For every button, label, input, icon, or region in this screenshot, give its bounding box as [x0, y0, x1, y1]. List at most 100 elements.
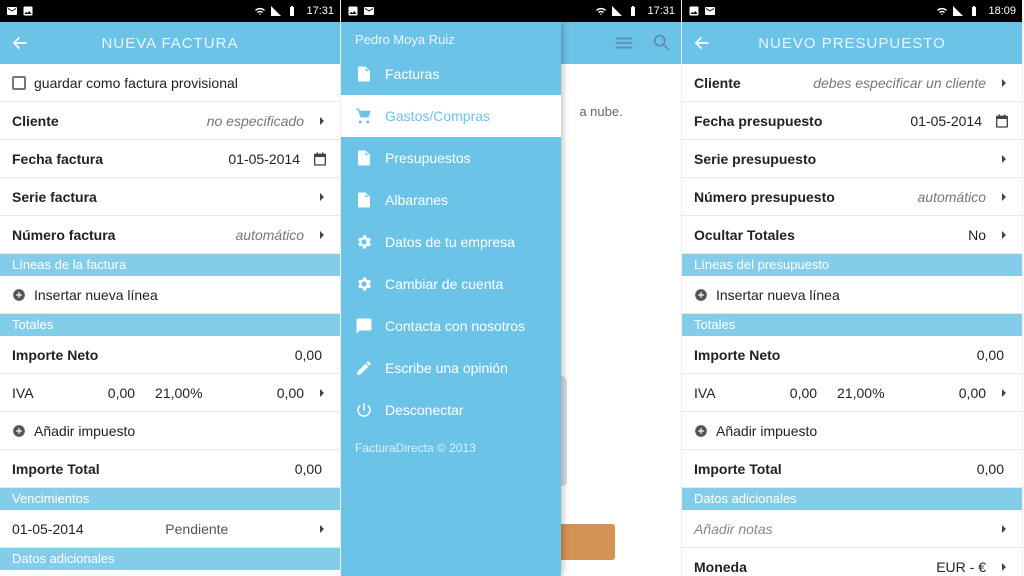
- fecha-factura-row[interactable]: Fecha factura 01-05-2014: [0, 140, 340, 178]
- iva-label: IVA: [694, 385, 716, 401]
- total-value: 0,00: [295, 461, 322, 477]
- drawer-item-presupuestos[interactable]: Presupuestos: [341, 137, 561, 179]
- serie-presupuesto-row[interactable]: Serie presupuesto: [682, 140, 1022, 178]
- chevron-right-icon: [998, 387, 1010, 399]
- plus-icon: [694, 288, 708, 302]
- iva-value: 0,00: [959, 385, 986, 401]
- back-button[interactable]: [692, 33, 712, 53]
- moneda-row[interactable]: Moneda EUR - €: [682, 548, 1022, 576]
- add-notes-row[interactable]: Añadir notas: [682, 510, 1022, 548]
- serie-factura-row[interactable]: Serie factura: [0, 178, 340, 216]
- cliente-row[interactable]: Cliente debes especificar un cliente: [682, 64, 1022, 102]
- battery-icon: [627, 5, 639, 17]
- numero-value: automático: [236, 227, 304, 243]
- drawer-item-escribe-una-opini-n[interactable]: Escribe una opinión: [341, 347, 561, 389]
- iva-base: 0,00: [790, 385, 817, 401]
- importe-total-row: Importe Total 0,00: [0, 450, 340, 488]
- neto-value: 0,00: [295, 347, 322, 363]
- notification-icon: [6, 5, 18, 17]
- drawer-item-label: Presupuestos: [385, 150, 471, 166]
- section-totales: Totales: [682, 314, 1022, 336]
- serie-label: Serie factura: [12, 189, 310, 205]
- chevron-right-icon: [998, 77, 1010, 89]
- add-tax-label: Añadir impuesto: [34, 423, 328, 439]
- numero-presupuesto-row[interactable]: Número presupuesto automático: [682, 178, 1022, 216]
- due-date: 01-05-2014: [12, 521, 84, 537]
- notification-icon: [363, 5, 375, 17]
- add-tax-row[interactable]: Añadir impuesto: [682, 412, 1022, 450]
- wifi-icon: [595, 5, 607, 17]
- image-icon: [347, 5, 359, 17]
- fecha-label: Fecha factura: [12, 151, 228, 167]
- section-totales: Totales: [0, 314, 340, 336]
- drawer-item-albaranes[interactable]: Albaranes: [341, 179, 561, 221]
- moneda-label: Moneda: [694, 559, 936, 575]
- insert-line-label: Insertar nueva línea: [716, 287, 1010, 303]
- ocultar-totales-row[interactable]: Ocultar Totales No: [682, 216, 1022, 254]
- numero-value: automático: [918, 189, 986, 205]
- insert-line-row[interactable]: Insertar nueva línea: [682, 276, 1022, 314]
- clock: 18:09: [988, 5, 1016, 17]
- drawer-item-gastos-compras[interactable]: Gastos/Compras: [341, 95, 561, 137]
- total-label: Importe Total: [694, 461, 977, 477]
- cliente-row[interactable]: Cliente no especificado: [0, 102, 340, 140]
- add-notes-row[interactable]: Añadir notas: [0, 570, 340, 576]
- iva-pct: 21,00%: [155, 385, 202, 401]
- fecha-value: 01-05-2014: [910, 113, 982, 129]
- ocultar-value: No: [968, 227, 986, 243]
- neto-label: Importe Neto: [12, 347, 295, 363]
- insert-line-label: Insertar nueva línea: [34, 287, 328, 303]
- checkbox-icon[interactable]: [12, 76, 26, 90]
- cliente-label: Cliente: [12, 113, 207, 129]
- chat-icon: [355, 317, 373, 335]
- back-button[interactable]: [10, 33, 30, 53]
- add-tax-row[interactable]: Añadir impuesto: [0, 412, 340, 450]
- fecha-presupuesto-row[interactable]: Fecha presupuesto 01-05-2014: [682, 102, 1022, 140]
- numero-factura-row[interactable]: Número factura automático: [0, 216, 340, 254]
- doc-icon: [355, 191, 373, 209]
- drawer-item-label: Escribe una opinión: [385, 360, 508, 376]
- doc-icon: [355, 149, 373, 167]
- screen-nueva-factura: 17:31 NUEVA FACTURA guardar como factura…: [0, 0, 341, 576]
- app-header: NUEVO PRESUPUESTO: [682, 22, 1022, 64]
- battery-icon: [968, 5, 980, 17]
- cliente-value: debes especificar un cliente: [813, 75, 986, 91]
- drawer-item-facturas[interactable]: Facturas: [341, 53, 561, 95]
- search-icon[interactable]: [651, 32, 673, 54]
- chevron-right-icon: [316, 229, 328, 241]
- drawer-copyright: FacturaDirecta © 2013: [341, 431, 561, 465]
- clock: 17:31: [306, 5, 334, 17]
- iva-row[interactable]: IVA 0,00 21,00% 0,00: [682, 374, 1022, 412]
- fecha-label: Fecha presupuesto: [694, 113, 910, 129]
- cliente-label: Cliente: [694, 75, 813, 91]
- vencimiento-row[interactable]: 01-05-2014 Pendiente: [0, 510, 340, 548]
- page-title: NUEVO PRESUPUESTO: [758, 35, 946, 52]
- iva-base: 0,00: [108, 385, 135, 401]
- status-bar: 17:31: [0, 0, 340, 22]
- save-provisional-label: guardar como factura provisional: [34, 75, 328, 91]
- section-vencimientos: Vencimientos: [0, 488, 340, 510]
- save-provisional-row[interactable]: guardar como factura provisional: [0, 64, 340, 102]
- plus-icon: [12, 424, 26, 438]
- insert-line-row[interactable]: Insertar nueva línea: [0, 276, 340, 314]
- drawer-item-label: Facturas: [385, 66, 439, 82]
- screen-nuevo-presupuesto: 18:09 NUEVO PRESUPUESTO Cliente debes es…: [682, 0, 1023, 576]
- section-lineas-presupuesto: Líneas del presupuesto: [682, 254, 1022, 276]
- drawer-item-label: Datos de tu empresa: [385, 234, 515, 250]
- numero-label: Número presupuesto: [694, 189, 918, 205]
- drawer-item-cambiar-de-cuenta[interactable]: Cambiar de cuenta: [341, 263, 561, 305]
- drawer-item-label: Albaranes: [385, 192, 448, 208]
- drawer-item-contacta-con-nosotros[interactable]: Contacta con nosotros: [341, 305, 561, 347]
- iva-row[interactable]: IVA 0,00 21,00% 0,00: [0, 374, 340, 412]
- iva-pct: 21,00%: [837, 385, 884, 401]
- menu-icon[interactable]: [613, 32, 635, 54]
- total-value: 0,00: [977, 461, 1004, 477]
- add-tax-label: Añadir impuesto: [716, 423, 1010, 439]
- drawer-item-datos-de-tu-empresa[interactable]: Datos de tu empresa: [341, 221, 561, 263]
- cliente-value: no especificado: [207, 113, 304, 129]
- cart-icon: [355, 107, 373, 125]
- drawer-item-desconectar[interactable]: Desconectar: [341, 389, 561, 431]
- drawer-item-label: Desconectar: [385, 402, 464, 418]
- importe-neto-row: Importe Neto 0,00: [0, 336, 340, 374]
- fecha-value: 01-05-2014: [228, 151, 300, 167]
